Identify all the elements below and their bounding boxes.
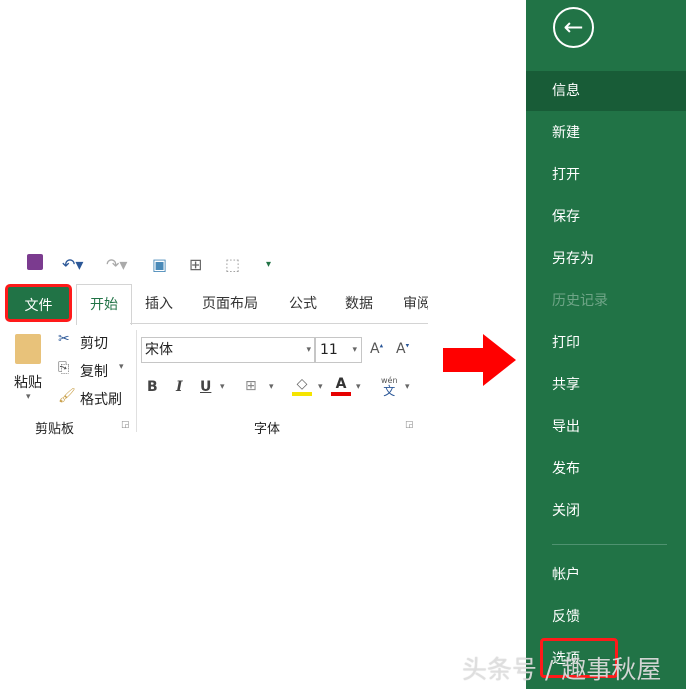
borders-dropdown[interactable]: ▾ bbox=[269, 382, 274, 392]
menu-item-account[interactable]: 帐户 bbox=[526, 555, 686, 595]
borders-icon[interactable]: ⊞ bbox=[245, 378, 257, 394]
paste-dropdown[interactable]: ▾ bbox=[26, 392, 31, 402]
copy-icon[interactable]: ⎘ bbox=[58, 360, 69, 376]
font-size-value: 11 bbox=[320, 342, 338, 358]
grow-font-icon[interactable]: A▴ bbox=[370, 341, 383, 357]
menu-item-save[interactable]: 保存 bbox=[526, 197, 686, 237]
ribbon-divider bbox=[130, 323, 428, 324]
menu-item-print[interactable]: 打印 bbox=[526, 323, 686, 363]
font-color-button[interactable]: A bbox=[331, 376, 351, 396]
italic-button[interactable]: I bbox=[176, 379, 183, 395]
tab-data[interactable]: 数据 bbox=[345, 284, 373, 324]
copy-dropdown[interactable]: ▾ bbox=[119, 362, 124, 372]
phonetic-bottom: 文 bbox=[383, 384, 396, 398]
tab-insert[interactable]: 插入 bbox=[145, 284, 173, 324]
font-name-select[interactable]: 宋体 ▾ bbox=[141, 337, 315, 363]
menu-item-open[interactable]: 打开 bbox=[526, 155, 686, 195]
menu-item-info[interactable]: 信息 bbox=[526, 71, 686, 111]
underline-dropdown[interactable]: ▾ bbox=[220, 382, 225, 392]
tab-review[interactable]: 审阅 bbox=[403, 284, 428, 324]
menu-item-export[interactable]: 导出 bbox=[526, 407, 686, 447]
menu-item-history: 历史记录 bbox=[552, 293, 608, 309]
paste-button[interactable]: 粘贴 bbox=[14, 372, 42, 392]
font-name-value: 宋体 bbox=[145, 342, 173, 358]
clipboard-launcher-icon[interactable]: ◲ bbox=[121, 420, 130, 430]
format-painter-icon[interactable]: 🖌 bbox=[58, 388, 76, 404]
menu-item-share[interactable]: 共享 bbox=[526, 365, 686, 405]
customize-qat-icon[interactable]: ▾ bbox=[266, 259, 271, 270]
format-painter-button[interactable]: 格式刷 bbox=[80, 389, 122, 409]
font-size-select[interactable]: 11 ▾ bbox=[315, 337, 362, 363]
menu-separator bbox=[552, 544, 667, 545]
red-arrow-icon bbox=[443, 334, 516, 386]
group-separator bbox=[136, 330, 137, 432]
watermark: 头条号 / 趣事秋屋 bbox=[462, 655, 662, 684]
shrink-font-icon[interactable]: A▾ bbox=[396, 341, 409, 357]
cut-icon[interactable]: ✂ bbox=[58, 331, 70, 347]
tab-formulas[interactable]: 公式 bbox=[289, 284, 317, 324]
menu-item-save-as[interactable]: 另存为 bbox=[526, 239, 686, 279]
phonetic-dropdown[interactable]: ▾ bbox=[405, 382, 410, 392]
paste-icon[interactable] bbox=[15, 334, 41, 364]
back-button[interactable]: ← bbox=[553, 7, 594, 48]
border-dotted-icon[interactable]: ⬚ bbox=[225, 255, 240, 274]
cut-button[interactable]: 剪切 bbox=[80, 333, 108, 353]
font-group-label: 字体 bbox=[254, 422, 281, 437]
tab-home[interactable]: 开始 bbox=[76, 284, 132, 325]
redo-icon[interactable]: ↷▾ bbox=[106, 255, 127, 274]
bold-button[interactable]: B bbox=[147, 379, 158, 395]
underline-button[interactable]: U bbox=[200, 379, 211, 395]
backstage-panel: ← 信息 新建 打开 保存 另存为 历史记录 打印 共享 导出 发布 关闭 帐户… bbox=[526, 0, 686, 689]
menu-item-publish[interactable]: 发布 bbox=[526, 449, 686, 489]
file-tab[interactable]: 文件 bbox=[5, 284, 72, 322]
menu-item-feedback[interactable]: 反馈 bbox=[526, 597, 686, 637]
picture-icon[interactable]: ▣ bbox=[152, 255, 167, 274]
save-icon[interactable] bbox=[27, 254, 43, 270]
border-icon[interactable]: ⊞ bbox=[189, 255, 202, 274]
undo-icon[interactable]: ↶▾ bbox=[62, 255, 83, 274]
fill-color-icon[interactable]: ◇ bbox=[292, 376, 312, 396]
menu-item-new[interactable]: 新建 bbox=[526, 113, 686, 153]
font-launcher-icon[interactable]: ◲ bbox=[405, 420, 414, 430]
copy-button[interactable]: 复制 bbox=[80, 361, 108, 381]
menu-item-close[interactable]: 关闭 bbox=[526, 491, 686, 531]
font-color-dropdown[interactable]: ▾ bbox=[356, 382, 361, 392]
clipboard-group-label: 剪贴板 bbox=[35, 422, 75, 437]
phonetic-button[interactable]: wén 文 bbox=[381, 376, 398, 398]
file-tab-label: 文件 bbox=[24, 298, 53, 314]
fill-color-dropdown[interactable]: ▾ bbox=[318, 382, 323, 392]
tab-page-layout[interactable]: 页面布局 bbox=[202, 284, 258, 324]
